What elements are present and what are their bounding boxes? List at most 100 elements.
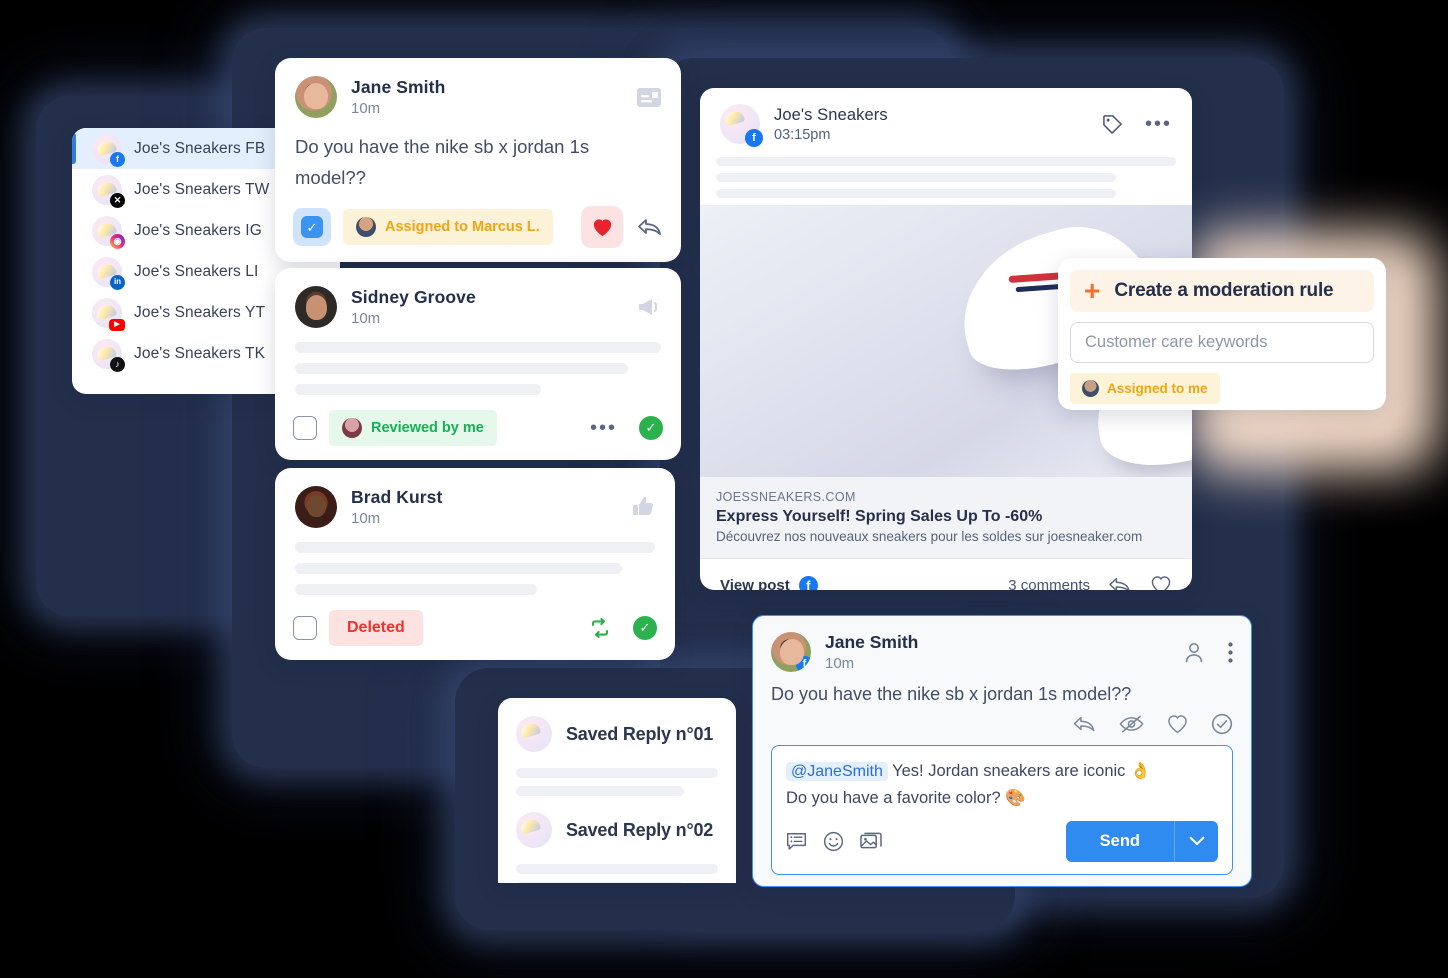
view-post-button[interactable]: View post f bbox=[720, 575, 818, 590]
mention-tag: @JaneSmith bbox=[786, 762, 888, 781]
saved-reply-item[interactable]: Saved Reply n°02 bbox=[498, 804, 736, 848]
repost-icon[interactable] bbox=[589, 618, 611, 638]
saved-reply-item[interactable]: Saved Reply n°01 bbox=[498, 698, 736, 752]
skeleton-line bbox=[516, 882, 684, 883]
moderation-rule-panel: + Create a moderation rule Customer care… bbox=[1058, 258, 1386, 410]
skeleton-line bbox=[716, 189, 1116, 198]
select-checkbox[interactable] bbox=[293, 616, 317, 640]
author-meta: Jane Smith 10m bbox=[825, 632, 918, 672]
send-button[interactable]: Send bbox=[1065, 820, 1174, 862]
plus-icon: + bbox=[1084, 275, 1101, 306]
skeleton-line bbox=[716, 157, 1176, 166]
status-badge-deleted: Deleted bbox=[329, 610, 423, 646]
tag-icon[interactable] bbox=[1102, 114, 1123, 135]
message-card-icon bbox=[637, 87, 661, 107]
author-name: Brad Kurst bbox=[351, 487, 443, 507]
link-preview[interactable]: JOESSNEAKERS.COM Express Yourself! Sprin… bbox=[700, 477, 1192, 559]
author-name: Sidney Groove bbox=[351, 287, 476, 307]
screenshot-stage: f Joe's Sneakers FB ✕ Joe's Sneakers TW … bbox=[0, 0, 1448, 978]
sidebar-item-label: Joe's Sneakers YT bbox=[134, 303, 266, 321]
approve-icon[interactable]: ✓ bbox=[639, 416, 663, 440]
skeleton-line bbox=[716, 173, 1116, 182]
image-upload-icon[interactable] bbox=[860, 831, 882, 851]
more-options-icon[interactable]: ••• bbox=[1145, 114, 1172, 134]
avatar bbox=[295, 76, 337, 118]
timestamp: 10m bbox=[825, 655, 855, 672]
skeleton-line bbox=[516, 768, 718, 778]
timestamp: 10m bbox=[351, 100, 381, 117]
tiktok-icon: ♪ bbox=[110, 356, 125, 372]
author-name: Jane Smith bbox=[825, 632, 919, 652]
reply-icon[interactable] bbox=[1072, 714, 1097, 734]
status-badge-label: Assigned to Marcus L. bbox=[385, 219, 540, 235]
hide-eye-icon[interactable] bbox=[1119, 714, 1144, 734]
message-footer: Reviewed by me ••• ✓ bbox=[275, 410, 681, 446]
post-footer: View post f 3 comments bbox=[700, 559, 1192, 590]
reply-message-text: Do you have the nike sb x jordan 1s mode… bbox=[771, 684, 1132, 704]
avatar: ◉ bbox=[92, 215, 125, 249]
linkedin-icon: in bbox=[110, 274, 125, 290]
twitter-x-icon: ✕ bbox=[110, 192, 125, 208]
message-text: Do you have the nike sb x jordan 1s mode… bbox=[295, 136, 590, 188]
avatar: in bbox=[92, 256, 125, 290]
link-description: Découvrez nos nouveaux sneakers pour les… bbox=[716, 529, 1143, 544]
message-header: Jane Smith 10m bbox=[275, 58, 681, 118]
message-footer: Deleted ✓ bbox=[275, 610, 675, 646]
status-badge-label: Deleted bbox=[347, 619, 405, 636]
instagram-icon: ◉ bbox=[110, 233, 125, 249]
message-card-jane-smith[interactable]: Jane Smith 10m Do you have the nike sb x… bbox=[275, 58, 681, 262]
moderation-rule-title: Create a moderation rule bbox=[1114, 280, 1334, 302]
sidebar-item-label: Joe's Sneakers LI bbox=[134, 262, 259, 280]
reply-draft-box[interactable]: @JaneSmith Yes! Jordan sneakers are icon… bbox=[771, 745, 1233, 875]
chevron-down-icon[interactable] bbox=[1174, 820, 1218, 862]
assignee-avatar bbox=[356, 217, 376, 237]
status-badge-label: Assigned to me bbox=[1107, 381, 1208, 397]
status-badge-reviewed[interactable]: Reviewed by me bbox=[329, 410, 497, 446]
status-badge-assigned[interactable]: Assigned to Marcus L. bbox=[343, 209, 553, 245]
more-options-icon[interactable] bbox=[1228, 641, 1233, 663]
status-badge-assigned-to-me[interactable]: Assigned to me bbox=[1070, 373, 1220, 405]
avatar bbox=[516, 812, 552, 848]
author-name: Jane Smith bbox=[351, 77, 446, 97]
author-meta: Sidney Groove 10m bbox=[351, 287, 476, 327]
reply-draft-line-2: Do you have a favorite color? 🎨 bbox=[786, 788, 1026, 807]
saved-replies-icon[interactable] bbox=[786, 831, 807, 851]
reply-icon[interactable] bbox=[1108, 575, 1132, 590]
emoji-icon[interactable] bbox=[823, 831, 844, 852]
saved-reply-title: Saved Reply n°02 bbox=[566, 819, 714, 840]
check-icon: ✓ bbox=[301, 216, 323, 238]
message-card-sidney-groove[interactable]: Sidney Groove 10m Reviewed by me ••• ✓ bbox=[275, 268, 681, 460]
facebook-icon: f bbox=[745, 129, 763, 147]
composer-toolbar: Send bbox=[786, 820, 1218, 862]
skeleton-line bbox=[295, 563, 622, 574]
select-checkbox[interactable] bbox=[293, 416, 317, 440]
skeleton-line bbox=[516, 864, 718, 874]
keywords-input[interactable]: Customer care keywords bbox=[1070, 322, 1374, 364]
reviewer-avatar bbox=[342, 418, 362, 438]
reply-icon[interactable] bbox=[637, 216, 663, 238]
status-badge-label: Reviewed by me bbox=[371, 420, 484, 436]
link-title: Express Yourself! Spring Sales Up To -60… bbox=[716, 508, 1043, 525]
heart-icon[interactable] bbox=[1166, 714, 1189, 734]
avatar bbox=[516, 716, 552, 752]
heart-icon[interactable] bbox=[1150, 575, 1172, 590]
approve-circle-icon[interactable] bbox=[1211, 713, 1233, 735]
like-heart-button[interactable] bbox=[581, 206, 623, 248]
avatar: f bbox=[720, 104, 763, 147]
megaphone-icon bbox=[636, 296, 661, 318]
avatar: f bbox=[92, 133, 125, 167]
reply-draft-text-1: Yes! Jordan sneakers are iconic 👌 bbox=[892, 762, 1151, 780]
reply-header: f Jane Smith 10m bbox=[771, 632, 1233, 672]
moderation-rule-header[interactable]: + Create a moderation rule bbox=[1070, 270, 1374, 313]
avatar bbox=[295, 486, 337, 528]
message-card-brad-kurst[interactable]: Brad Kurst 10m Deleted ✓ bbox=[275, 468, 675, 660]
avatar: ▶ bbox=[92, 297, 125, 331]
user-profile-icon[interactable] bbox=[1184, 642, 1204, 663]
facebook-icon: f bbox=[796, 656, 811, 672]
youtube-icon: ▶ bbox=[109, 318, 125, 331]
more-options-icon[interactable]: ••• bbox=[590, 418, 617, 438]
approve-icon[interactable]: ✓ bbox=[633, 616, 657, 640]
select-checkbox[interactable]: ✓ bbox=[293, 208, 331, 246]
author-meta: Brad Kurst 10m bbox=[351, 487, 442, 527]
skeleton-line bbox=[516, 786, 684, 796]
